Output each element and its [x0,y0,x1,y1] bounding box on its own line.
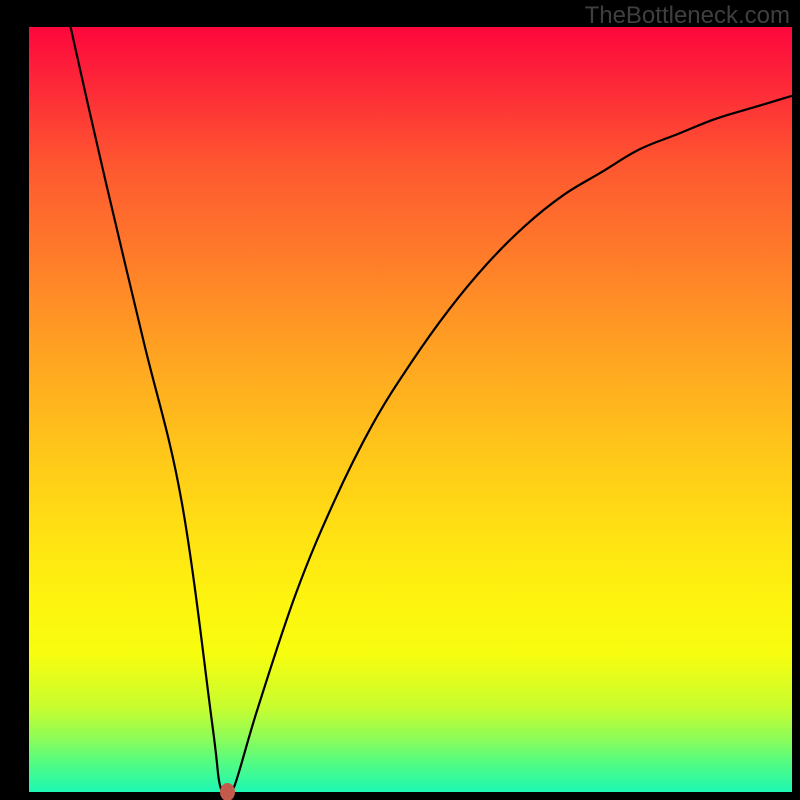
bottleneck-curve [29,27,792,792]
watermark-text: TheBottleneck.com [585,2,790,30]
optimum-marker [220,783,235,800]
plot-area [29,27,792,792]
chart-frame: TheBottleneck.com [0,0,800,800]
